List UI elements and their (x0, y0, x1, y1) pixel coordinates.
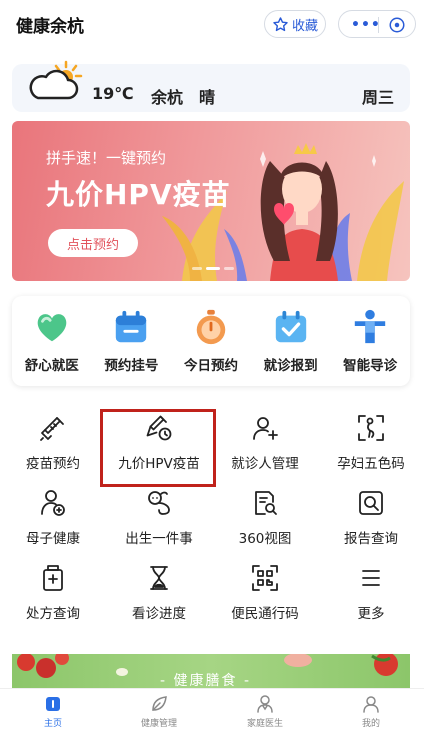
service-label: 更多 (357, 606, 385, 622)
document-view-icon (255, 491, 277, 515)
hpv-promo-banner[interactable]: 拼手速！一键预约 九价HPV疫苗 点击预约 (12, 121, 410, 281)
weather-temperature: 19℃ (92, 84, 134, 103)
prescription-icon (43, 565, 63, 591)
bottom-tab-bar: 主页 健康管理 家庭医生 我的 (0, 688, 424, 734)
service-hpv-vaccine[interactable]: 九价HPV疫苗 (106, 406, 212, 481)
quick-action-checkin[interactable]: 就诊报到 (251, 296, 331, 386)
service-label: 就诊人管理 (231, 456, 299, 472)
favorite-label: 收藏 (291, 18, 318, 34)
vaccine-clock-icon (146, 415, 172, 441)
report-search-icon (359, 491, 383, 515)
quick-action-comfortable-care[interactable]: 舒心就医 (12, 296, 92, 386)
mother-child-icon (41, 490, 65, 516)
baby-icon (148, 491, 170, 515)
capsule-divider (378, 17, 379, 33)
top-bar: 健康余杭 收藏 ••• (0, 0, 424, 48)
tab-label: 家庭医生 (246, 719, 283, 729)
service-label: 便民通行码 (231, 606, 299, 622)
leaf-icon (152, 696, 167, 711)
tab-health-management[interactable]: 健康管理 (106, 689, 212, 734)
weather-weekday: 周三 (361, 88, 394, 107)
profile-icon (363, 696, 379, 713)
close-button[interactable] (388, 16, 406, 38)
service-visit-progress[interactable]: 看诊进度 (106, 556, 212, 631)
quick-action-today[interactable]: 今日预约 (171, 296, 251, 386)
service-360-view[interactable]: 360视图 (212, 481, 318, 556)
hourglass-icon (150, 566, 168, 590)
syringe-icon (40, 417, 64, 441)
service-label: 九价HPV疫苗 (118, 456, 200, 472)
service-prescription-query[interactable]: 处方查询 (0, 556, 106, 631)
quick-action-appointment[interactable]: 预约挂号 (92, 296, 172, 386)
pregnant-scan-icon (358, 415, 384, 441)
service-label: 看诊进度 (132, 606, 186, 622)
favorite-button[interactable]: 收藏 (264, 10, 326, 38)
carousel-indicator (192, 267, 234, 270)
tab-label: 我的 (361, 719, 380, 729)
service-label: 处方查询 (26, 606, 80, 622)
service-maternal-color-code[interactable]: 孕妇五色码 (318, 406, 424, 481)
healthy-diet-banner[interactable]: - 健康膳食 - (12, 654, 410, 690)
quick-action-label: 预约挂号 (104, 358, 159, 374)
service-more[interactable]: 更多 (318, 556, 424, 631)
banner-subtitle: 拼手速！一键预约 (46, 149, 167, 167)
tab-label: 主页 (43, 719, 62, 729)
service-grid: 疫苗预约 九价HPV疫苗 就诊人管理 孕妇五色码 母子健康 出生一件事 360视… (0, 406, 424, 631)
quick-action-label: 今日预约 (183, 358, 238, 374)
calendar-icon (116, 310, 147, 343)
healthy-diet-title: - 健康膳食 - (160, 673, 252, 689)
partly-cloudy-icon (29, 60, 83, 100)
service-convenience-pass-code[interactable]: 便民通行码 (212, 556, 318, 631)
service-report-query[interactable]: 报告查询 (318, 481, 424, 556)
heart-shield-icon (37, 314, 67, 342)
quick-actions-card: 舒心就医 预约挂号 今日预约 就诊报到 智能导诊 (12, 296, 410, 386)
service-label: 360视图 (238, 531, 292, 547)
doctor-icon (257, 695, 273, 713)
service-label: 出生一件事 (125, 531, 193, 547)
close-icon (389, 17, 405, 33)
tab-home[interactable]: 主页 (0, 689, 106, 734)
service-label: 疫苗预约 (26, 456, 80, 472)
banner-book-button[interactable]: 点击预约 (48, 229, 138, 257)
tab-label: 健康管理 (140, 719, 177, 729)
tab-family-doctor[interactable]: 家庭医生 (212, 689, 318, 734)
quick-action-label: 舒心就医 (24, 358, 79, 374)
person-add-icon (253, 417, 278, 440)
weather-condition: 晴 (199, 88, 216, 107)
banner-title: 九价HPV疫苗 (46, 178, 231, 211)
person-guide-icon (354, 309, 386, 344)
app-title: 健康余杭 (16, 17, 84, 37)
tab-profile[interactable]: 我的 (318, 689, 424, 734)
miniapp-capsule: ••• (338, 10, 416, 38)
weather-card: 19℃ 余杭 晴 周三 (12, 60, 410, 112)
checkin-icon (275, 310, 306, 343)
service-label: 孕妇五色码 (337, 456, 405, 472)
stopwatch-icon (196, 309, 226, 345)
service-mother-child-health[interactable]: 母子健康 (0, 481, 106, 556)
service-vaccine-booking[interactable]: 疫苗预约 (0, 406, 106, 481)
service-label: 报告查询 (344, 531, 398, 547)
service-label: 母子健康 (26, 531, 80, 547)
more-button[interactable]: ••• (351, 17, 381, 33)
weather-city: 余杭 (151, 88, 184, 107)
quick-action-smart-guide[interactable]: 智能导诊 (330, 296, 410, 386)
menu-icon (362, 570, 380, 586)
star-icon (273, 16, 288, 31)
service-birth-matters[interactable]: 出生一件事 (106, 481, 212, 556)
home-icon (46, 697, 60, 711)
qr-code-icon (252, 565, 278, 591)
service-patient-management[interactable]: 就诊人管理 (212, 406, 318, 481)
quick-action-label: 智能导诊 (343, 358, 398, 374)
quick-action-label: 就诊报到 (263, 358, 318, 374)
